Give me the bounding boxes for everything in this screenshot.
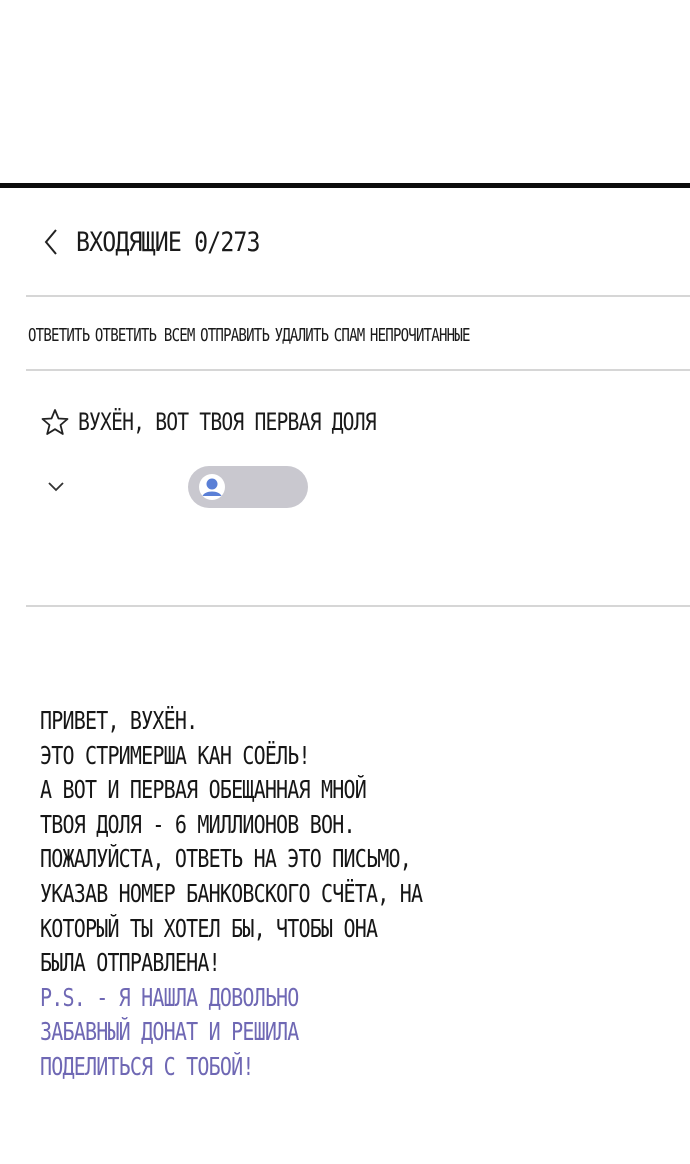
inbox-header: ВХОДЯЩИЕ 0/273 (40, 222, 290, 262)
body-line: ПОЖАЛУЙСТА, ОТВЕТЬ НА ЭТО ПИСЬМО, (40, 844, 412, 874)
body-line: БЫЛА ОТПРАВЛЕНА! (40, 948, 221, 978)
toolbar-divider (26, 369, 690, 371)
header-divider (26, 295, 690, 297)
message-header-divider (26, 605, 690, 607)
star-icon[interactable] (40, 407, 70, 437)
body-line: ПРИВЕТ, ВУХЁН. (40, 706, 198, 735)
body-line: УКАЗАВ НОМЕР БАНКОВСКОГО СЧЁТА, НА (40, 878, 423, 908)
inbox-title: ВХОДЯЩИЕ 0/273 (76, 226, 261, 258)
reply-button[interactable]: ОТВЕТИТЬ (28, 325, 90, 346)
message-subject-row: ВУХЁН, ВОТ ТВОЯ ПЕРВАЯ ДОЛЯ (40, 404, 441, 440)
chevron-down-icon[interactable] (44, 474, 68, 498)
mail-toolbar: ОТВЕТИТЬ ОТВЕТИТЬ ВСЕМ ОТПРАВИТЬ УДАЛИТЬ… (28, 322, 470, 348)
postscript-line: ПОДЕЛИТЬСЯ С ТОБОЙ! (40, 1051, 254, 1081)
mark-unread-button[interactable]: НЕПРОЧИТАННЫЕ (370, 325, 471, 346)
sender-chip[interactable] (188, 466, 308, 508)
chevron-left-icon[interactable] (40, 227, 62, 257)
body-line: ЭТО СТРИМЕРША КАН СОЁЛЬ! (40, 740, 311, 770)
user-avatar-icon (198, 473, 226, 501)
body-line: ТВОЯ ДОЛЯ - 6 МИЛЛИОНОВ ВОН. (40, 809, 356, 839)
delete-button[interactable]: УДАЛИТЬ (275, 325, 329, 346)
message-subject: ВУХЁН, ВОТ ТВОЯ ПЕРВАЯ ДОЛЯ (78, 408, 377, 436)
postscript-line: P.S. - Я НАШЛА ДОВОЛЬНО (40, 982, 299, 1012)
forward-button[interactable]: ОТПРАВИТЬ (200, 325, 270, 346)
spam-button[interactable]: СПАМ (334, 325, 365, 346)
body-line: КОТОРЫЙ ТЫ ХОТЕЛ БЫ, ЧТОБЫ ОНА (40, 913, 378, 943)
reply-all-button[interactable]: ОТВЕТИТЬ ВСЕМ (95, 325, 196, 346)
top-border (0, 183, 690, 188)
postscript-line: ЗАБАВНЫЙ ДОНАТ И РЕШИЛА (40, 1017, 299, 1047)
body-line: А ВОТ И ПЕРВАЯ ОБЕЩАННАЯ МНОЙ (40, 775, 367, 805)
message-body: ПРИВЕТ, ВУХЁН. ЭТО СТРИМЕРША КАН СОЁЛЬ! … (40, 704, 660, 1085)
